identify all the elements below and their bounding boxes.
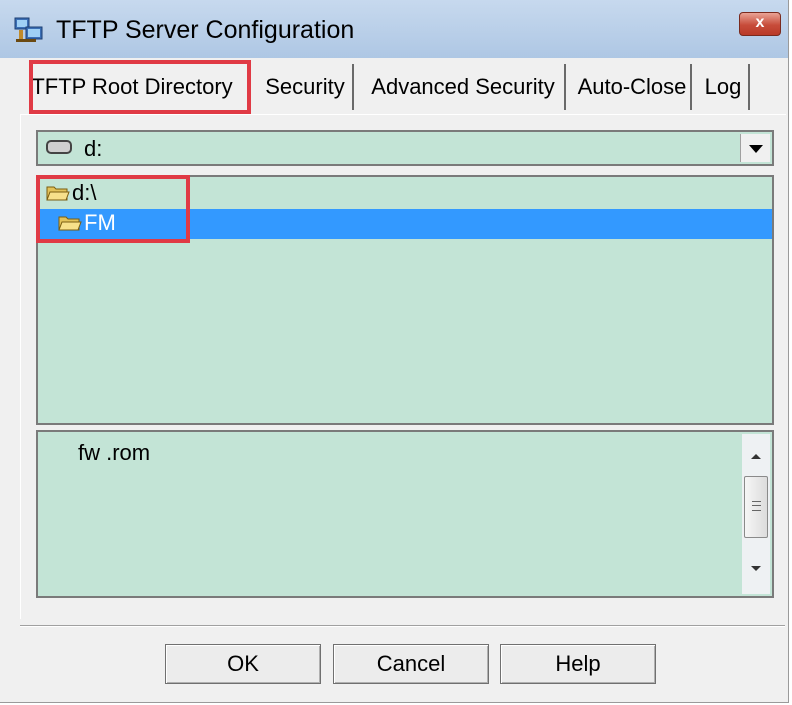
close-icon: x [755, 14, 765, 31]
close-button[interactable]: x [739, 12, 781, 36]
dropdown-arrow-icon[interactable] [740, 134, 770, 162]
scroll-up-icon[interactable] [742, 444, 770, 472]
drive-value: d: [84, 136, 103, 161]
drive-icon [46, 140, 72, 154]
folder-highlight-box [36, 175, 190, 243]
divider [20, 625, 785, 627]
scroll-down-icon[interactable] [742, 554, 770, 582]
file-item[interactable]: fw .rom [78, 440, 150, 466]
ok-button[interactable]: OK [165, 644, 321, 684]
scroll-thumb[interactable] [744, 476, 768, 538]
tab-highlight-box [29, 60, 251, 114]
network-computers-icon [14, 17, 43, 42]
tab-security[interactable]: Security [258, 64, 354, 110]
cancel-button[interactable]: Cancel [333, 644, 489, 684]
tab-advanced-security[interactable]: Advanced Security [362, 64, 566, 110]
drive-dropdown[interactable]: d: [36, 130, 774, 166]
title-bar[interactable]: TFTP Server Configuration x [0, 0, 788, 58]
file-list[interactable]: fw .rom [36, 430, 774, 598]
window-title: TFTP Server Configuration [56, 16, 355, 44]
tab-log[interactable]: Log [698, 64, 750, 110]
help-button[interactable]: Help [500, 644, 656, 684]
tab-auto-close[interactable]: Auto-Close [574, 64, 692, 110]
vertical-scrollbar[interactable] [742, 434, 770, 594]
tftp-config-dialog: TFTP Server Configuration x TFTP Root Di… [0, 0, 789, 703]
